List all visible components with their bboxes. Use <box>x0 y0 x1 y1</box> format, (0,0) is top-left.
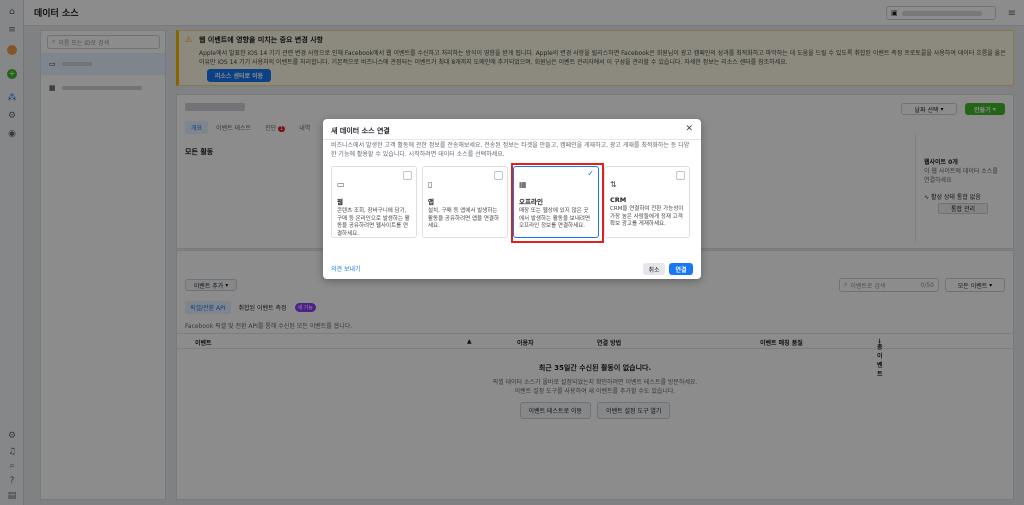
highlight-box <box>511 163 604 243</box>
close-icon[interactable]: ✕ <box>685 124 693 134</box>
cancel-button[interactable]: 취소 <box>643 263 665 275</box>
send-feedback-link[interactable]: 의견 보내기 <box>331 264 361 273</box>
laptop-icon: ▭ <box>337 180 345 189</box>
option-crm[interactable]: ⇅ CRM CRM을 연결하여 전환 가능성이 가장 높은 사람들에게 정재 고… <box>604 166 690 238</box>
checkbox[interactable] <box>676 171 685 180</box>
option-app[interactable]: ▯ 앱 설치, 구매 등 앱에서 발생하는 활동을 공유하려면 앱을 연결하세요… <box>422 166 508 238</box>
checkbox[interactable] <box>403 171 412 180</box>
checkbox[interactable] <box>494 171 503 180</box>
connect-button[interactable]: 연결 <box>669 263 693 275</box>
dialog-description: 비즈니스에서 발생한 고객 활동에 관한 정보를 전송해보세요. 전송된 정보는… <box>331 142 690 158</box>
option-web[interactable]: ▭ 웹 콘텐츠 조회, 장바구니에 담기, 구매 등 온라인으로 발생하는 활동… <box>331 166 417 238</box>
phone-icon: ▯ <box>428 180 433 189</box>
crm-icon: ⇅ <box>610 180 617 189</box>
dialog-title: 새 데이터 소스 연결 <box>331 127 390 135</box>
